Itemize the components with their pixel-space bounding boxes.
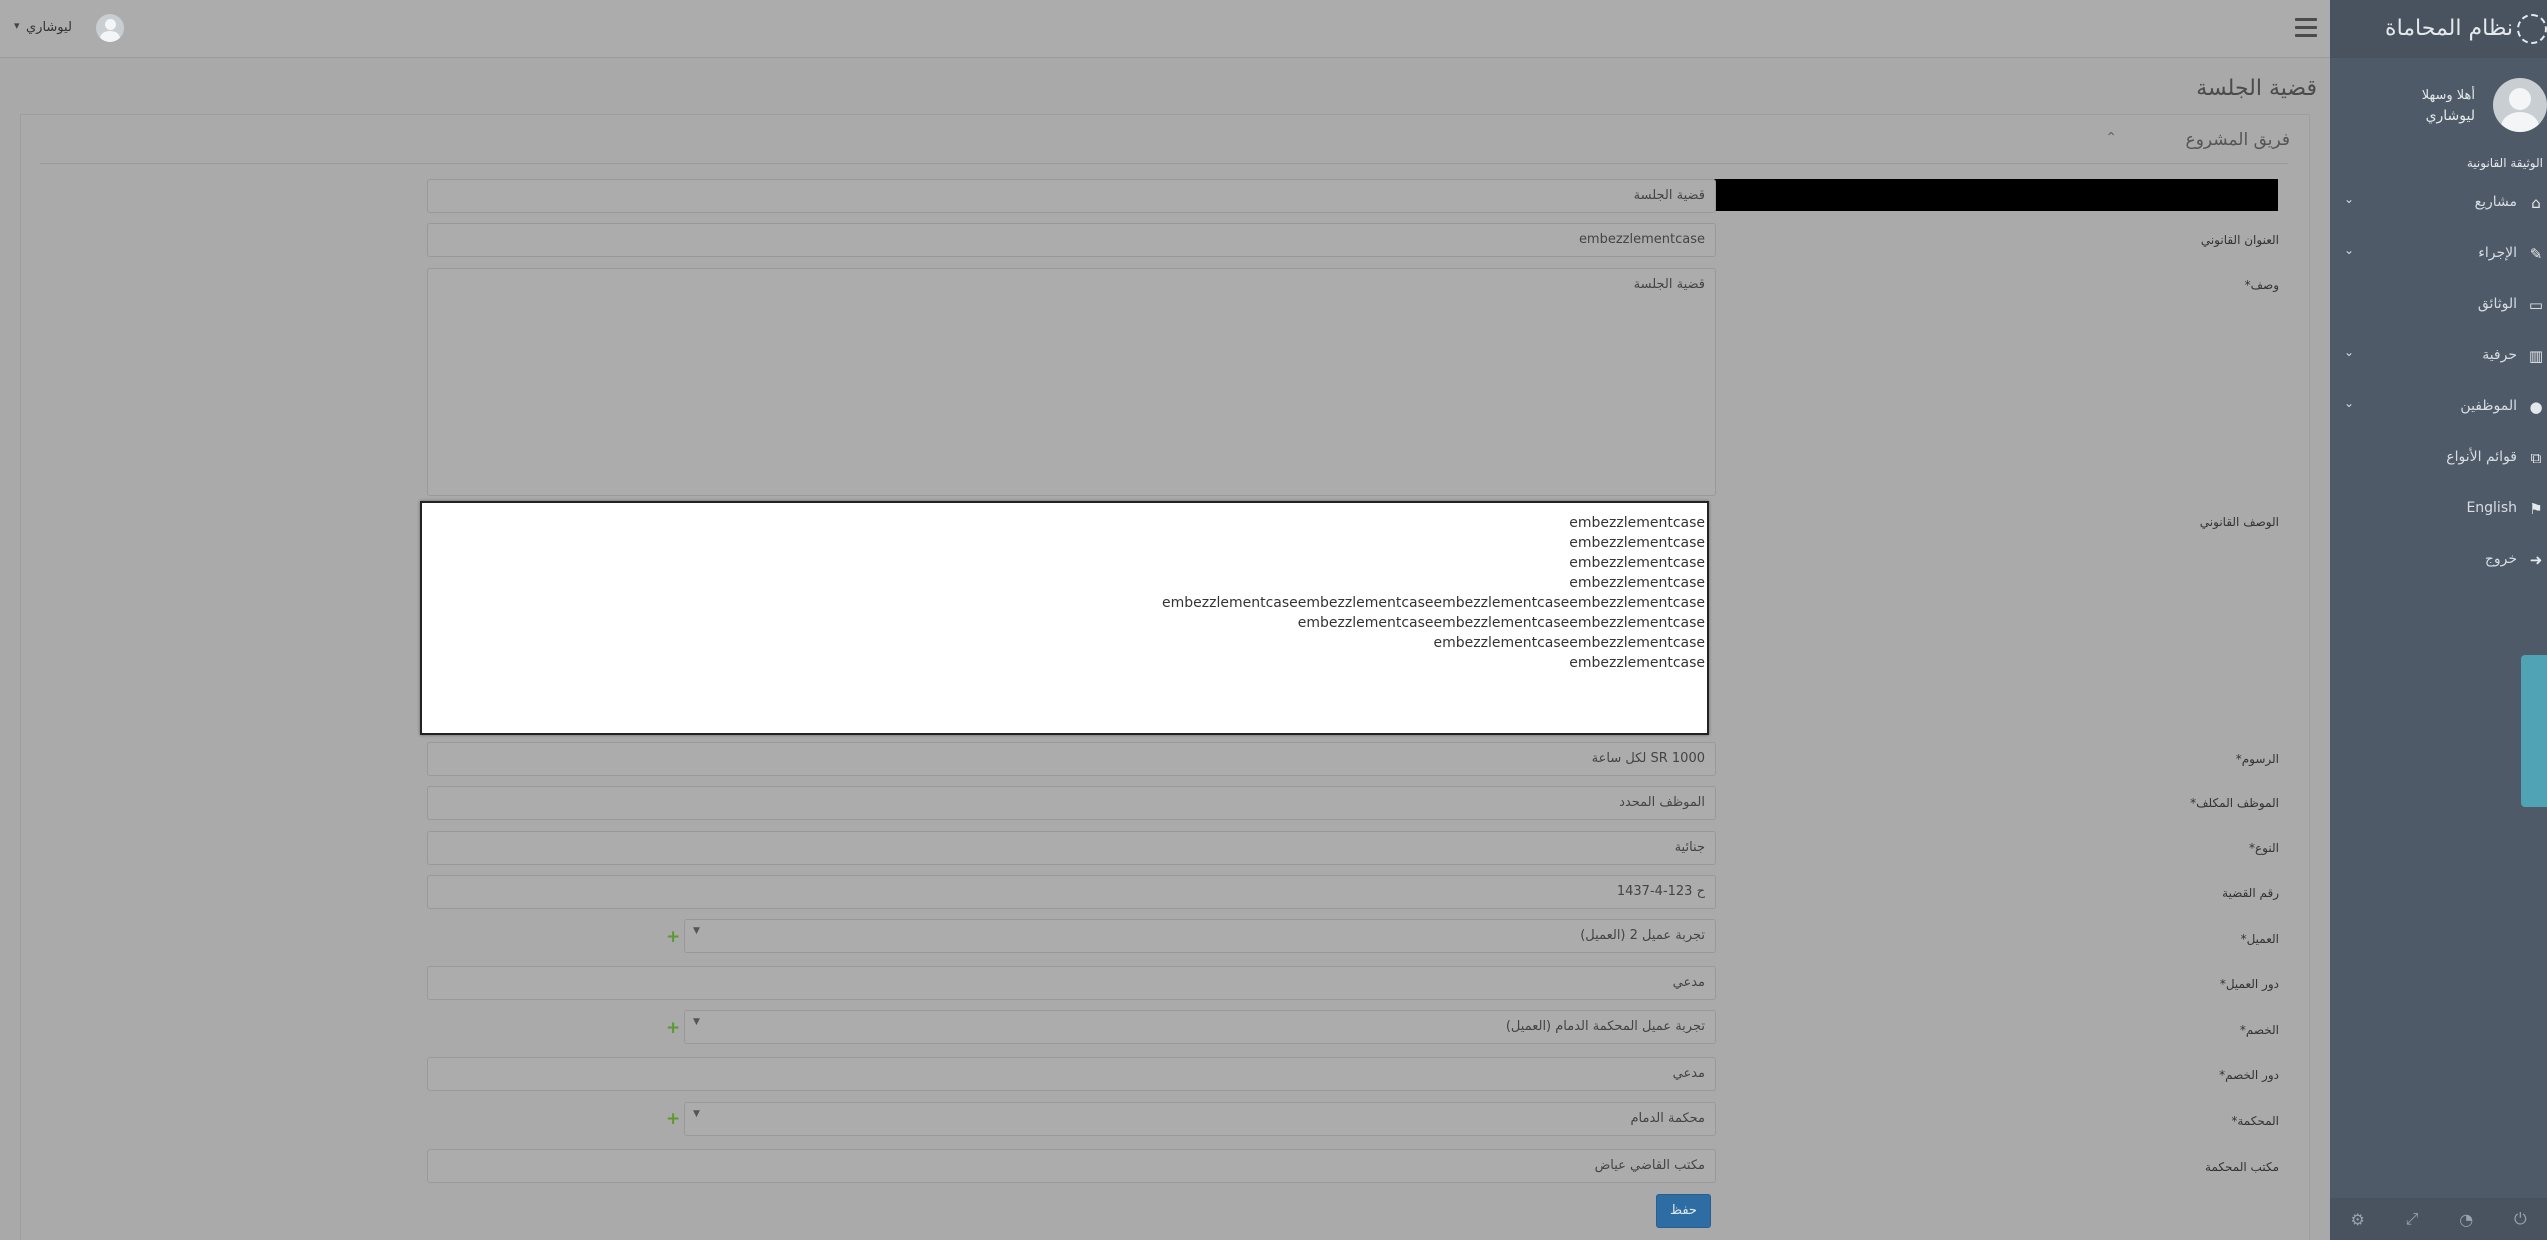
sidebar-item-label: مشاريع <box>2474 194 2517 210</box>
page-title: قضية الجلسة <box>2196 76 2317 101</box>
avatar <box>2493 78 2547 132</box>
menu-toggle-icon[interactable] <box>2295 18 2317 38</box>
sidebar-subtitle: الوثيقة القانونية <box>2466 156 2543 170</box>
sidebar-item-label: خروج <box>2484 551 2517 567</box>
eye-slash-icon[interactable]: ◔ <box>2459 1210 2473 1229</box>
chevron-down-icon: ⌄ <box>2344 192 2355 206</box>
sidebar-item-logout[interactable]: ➜ خروج <box>2330 543 2547 594</box>
logo-icon <box>2517 14 2547 44</box>
home-icon: ⌂ <box>2531 194 2541 212</box>
description-textarea[interactable]: قضية الجلسة <box>427 268 1716 496</box>
chevron-down-icon: ⌄ <box>2344 345 2355 359</box>
court-select-value: محكمة الدمام <box>1630 1111 1705 1126</box>
language-icon: ⚑ <box>2529 500 2543 518</box>
monitor-icon: ▭ <box>2528 296 2544 314</box>
client-role-label: دور العميل* <box>2219 977 2279 991</box>
user-icon: ● <box>2529 398 2543 416</box>
sidebar-item-label: حرفية <box>2482 347 2517 363</box>
chevron-down-icon: ⌄ <box>2344 396 2355 410</box>
legal-description-popup[interactable]: embezzlementcase embezzlementcase embezz… <box>420 501 1709 735</box>
gear-icon[interactable]: ⚙ <box>2350 1210 2364 1229</box>
sign-out-icon: ➜ <box>2529 551 2543 569</box>
client-select[interactable]: تجربة عميل 2 (العميل) ▼ <box>684 919 1716 953</box>
type-label: النوع* <box>2249 841 2279 855</box>
court-office-field[interactable]: مكتب القاضي عياض <box>427 1149 1716 1183</box>
add-opponent-button[interactable]: + <box>666 1018 680 1038</box>
court-label: المحكمة* <box>2231 1114 2279 1128</box>
sidebar-item-craft[interactable]: ▥ حرفية ⌄ <box>2330 339 2547 390</box>
sidebar-item-english[interactable]: ⚑ English <box>2330 492 2547 543</box>
sidebar-item-employees[interactable]: ● الموظفين ⌄ <box>2330 390 2547 441</box>
sidebar-item-label: الإجراء <box>2478 245 2517 261</box>
employee-field[interactable]: الموظف المحدد <box>427 786 1716 820</box>
sidebar: نظام المحاماة أهلا وسهلا ليوشاري الوثيقة… <box>2330 0 2547 1240</box>
power-icon[interactable]: ⏻ <box>2514 1209 2527 1229</box>
save-button[interactable]: حفظ <box>1656 1194 1711 1228</box>
sidebar-footer: ⏻ ◔ ⤢ ⚙ <box>2330 1198 2547 1240</box>
case-number-field[interactable]: ح 123-4-1437 <box>427 875 1716 909</box>
fee-label: الرسوم* <box>2235 752 2279 766</box>
legal-title-field[interactable]: embezzlementcase <box>427 223 1716 257</box>
side-panel-tab[interactable] <box>2521 655 2547 807</box>
sidebar-item-procedure[interactable]: ✎ الإجراء ⌄ <box>2330 237 2547 288</box>
chevron-down-icon: ⌄ <box>2344 243 2355 257</box>
sidebar-user: أهلا وسهلا ليوشاري <box>2330 78 2547 138</box>
brand[interactable]: نظام المحاماة <box>2330 0 2547 58</box>
sidebar-user-name: ليوشاري <box>2425 108 2475 124</box>
opponent-select[interactable]: تجربة عميل المحكمة الدمام (العميل) ▼ <box>684 1010 1716 1044</box>
legal-description-label: الوصف القانوني <box>2199 515 2279 529</box>
popup-line: embezzlementcaseembezzlementcaseembezzle… <box>1297 615 1705 631</box>
avatar[interactable] <box>96 14 124 42</box>
popup-line: embezzlementcase <box>1569 655 1705 671</box>
description-label: وصف* <box>2244 278 2279 292</box>
add-court-button[interactable]: + <box>666 1109 680 1129</box>
sidebar-item-projects[interactable]: ⌂ مشاريع ⌄ <box>2330 186 2547 237</box>
popup-line: embezzlementcase <box>1569 515 1705 531</box>
opponent-role-label: دور الخصم* <box>2219 1068 2279 1082</box>
opponent-label: الخصم* <box>2239 1023 2279 1037</box>
name-field[interactable]: قضية الجلسة <box>427 179 1716 213</box>
court-office-label: مكتب المحكمة <box>2205 1160 2279 1174</box>
user-name[interactable]: ليوشاري <box>26 20 72 35</box>
app-title[interactable]: نظام المحاماة <box>2385 16 2513 41</box>
opponent-role-field[interactable]: مدعي <box>427 1057 1716 1091</box>
sidebar-item-label: قوائم الأنواع <box>2446 449 2517 465</box>
case-number-label: رقم القضية <box>2222 886 2279 900</box>
greeting: أهلا وسهلا <box>2421 88 2475 103</box>
copy-icon: ⧉ <box>2530 449 2542 467</box>
redacted-label <box>1714 179 2278 211</box>
legal-title-label: العنوان القانوني <box>2200 233 2279 247</box>
type-field[interactable]: جنائية <box>427 831 1716 865</box>
client-label: العميل* <box>2240 932 2279 946</box>
sidebar-item-label: الموظفين <box>2460 398 2517 414</box>
bar-chart-icon: ▥ <box>2528 347 2544 365</box>
chevron-down-icon: ▼ <box>693 1109 700 1119</box>
opponent-select-value: تجربة عميل المحكمة الدمام (العميل) <box>1505 1019 1705 1034</box>
sidebar-item-label: الوثائق <box>2477 296 2517 312</box>
edit-icon: ✎ <box>2529 245 2543 263</box>
add-client-button[interactable]: + <box>666 927 680 947</box>
chevron-down-icon: ▼ <box>693 926 700 936</box>
popup-line: embezzlementcaseembezzlementcase <box>1433 635 1706 651</box>
chevron-down-icon: ▼ <box>693 1017 700 1027</box>
sidebar-item-documents[interactable]: ▭ الوثائق <box>2330 288 2547 339</box>
chevron-down-icon[interactable]: ▾ <box>14 19 20 32</box>
employee-label: الموظف المكلف* <box>2190 796 2279 810</box>
sidebar-item-label: English <box>2466 500 2517 516</box>
chevron-up-icon[interactable]: ⌃ <box>2105 130 2117 146</box>
fee-field[interactable]: 1000 SR لكل ساعة <box>427 742 1716 776</box>
sidebar-item-type-lists[interactable]: ⧉ قوائم الأنواع <box>2330 441 2547 492</box>
top-navbar: ليوشاري ▾ <box>0 0 2330 58</box>
client-select-value: تجربة عميل 2 (العميل) <box>1580 928 1705 943</box>
popup-line: embezzlementcase <box>1569 575 1705 591</box>
panel-title: فريق المشروع <box>2185 130 2290 150</box>
popup-line: embezzlementcase <box>1569 555 1705 571</box>
popup-line: embezzlementcaseembezzlementcaseembezzle… <box>1162 595 1705 611</box>
sidebar-menu: ⌂ مشاريع ⌄ ✎ الإجراء ⌄ ▭ الوثائق ▥ حرفية… <box>2330 186 2547 594</box>
popup-line: embezzlementcase <box>1569 535 1705 551</box>
fullscreen-icon[interactable]: ⤢ <box>2406 1209 2419 1229</box>
court-select[interactable]: محكمة الدمام ▼ <box>684 1102 1716 1136</box>
client-role-field[interactable]: مدعي <box>427 966 1716 1000</box>
divider <box>40 163 2288 164</box>
